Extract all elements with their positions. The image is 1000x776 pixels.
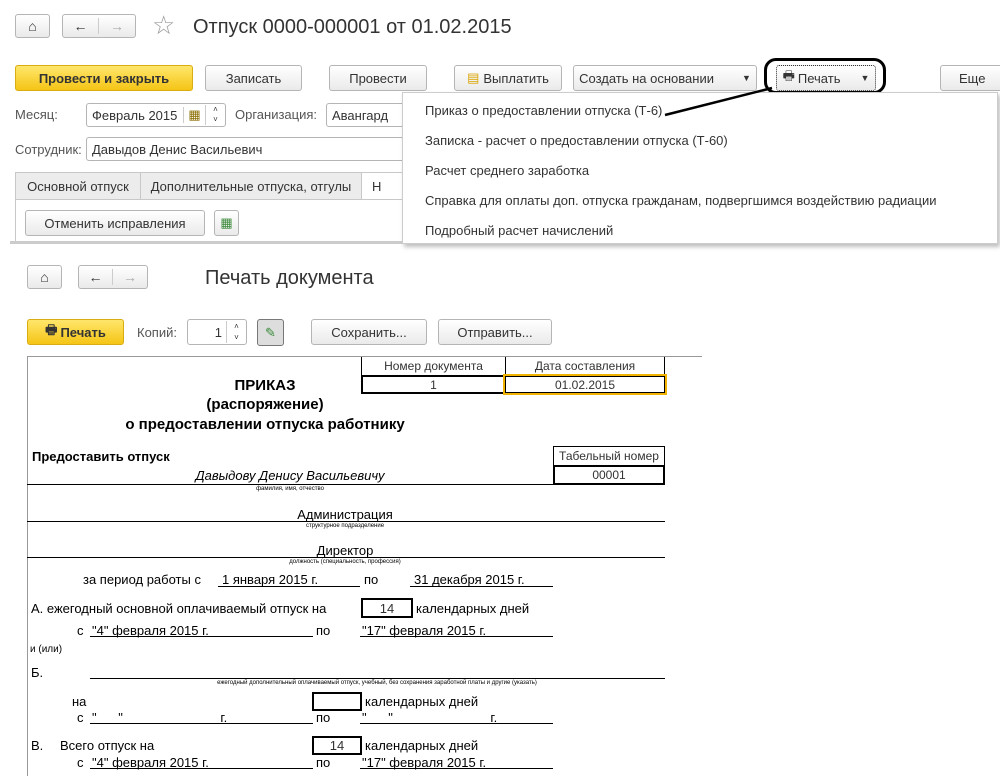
heading-subject: о предоставлении отпуска работнику — [125, 416, 405, 433]
days-label: календарных дней — [365, 694, 479, 709]
period-to[interactable]: 31 декабря 2015 г. — [414, 572, 525, 587]
employee-name[interactable]: Давыдову Денису Васильевичу — [195, 468, 384, 483]
underline — [90, 678, 665, 679]
copies-value: 1 — [214, 324, 222, 340]
department-caption: структурное подразделение — [305, 523, 385, 529]
underline — [27, 484, 553, 485]
period-from[interactable]: 1 января 2015 г. — [222, 572, 318, 587]
section-v-days[interactable]: 14 — [312, 736, 362, 755]
print-home-button[interactable]: ⌂ — [27, 265, 62, 289]
copies-stepper[interactable]: ˄ ˅ — [226, 321, 246, 343]
to-label: по — [316, 710, 331, 725]
underline — [27, 557, 665, 558]
heading-disposition: (распоряжение) — [206, 396, 324, 413]
doc-date[interactable]: 01.02.2015 — [503, 374, 667, 395]
from-label: с — [77, 623, 84, 638]
tab-number-header: Табельный номер — [553, 446, 665, 466]
doc-number[interactable]: 1 — [361, 375, 506, 394]
underline — [360, 723, 553, 724]
to-label: по — [364, 572, 379, 587]
print-history-nav: ← → — [78, 265, 148, 289]
department[interactable]: Администрация — [297, 507, 393, 522]
home-icon: ⌂ — [40, 269, 49, 285]
from-label: с — [77, 710, 84, 725]
underline — [360, 768, 553, 769]
underline — [90, 768, 313, 769]
days-label: календарных дней — [365, 738, 479, 753]
section-v-label: В. — [31, 738, 44, 753]
copies-label: Копий: — [137, 325, 177, 340]
print-button[interactable]: 🖶 Печать — [27, 319, 124, 345]
to-label: по — [316, 755, 331, 770]
send-document-button[interactable]: Отправить... — [438, 319, 552, 345]
save-document-button[interactable]: Сохранить... — [311, 319, 427, 345]
position[interactable]: Директор — [317, 543, 374, 558]
to-label: по — [316, 623, 331, 638]
tab-number[interactable]: 00001 — [553, 465, 665, 485]
annotation-arrow — [664, 86, 773, 117]
heading-order: ПРИКАЗ — [234, 377, 296, 394]
print-page-title: Печать документа — [205, 267, 374, 289]
section-a-label: А. ежегодный основной оплачиваемый отпус… — [31, 601, 327, 616]
underline — [90, 723, 313, 724]
underline — [410, 586, 553, 587]
section-b-label: Б. — [31, 665, 44, 680]
doc-number-header: Номер документа — [361, 357, 506, 376]
forward-icon[interactable]: → — [113, 269, 147, 285]
copies-input[interactable]: 1 ˄ ˅ — [187, 319, 247, 345]
grant-leave-label: Предоставить отпуск — [32, 449, 170, 464]
and-or-label: и (или) — [30, 644, 63, 655]
underline — [218, 586, 360, 587]
period-label: за период работы с — [83, 572, 201, 587]
back-icon[interactable]: ← — [79, 269, 114, 285]
section-b-caption: ежегодный дополнительный оплачиваемый от… — [217, 680, 537, 686]
section-b-days[interactable] — [312, 692, 362, 711]
days-label: календарных дней — [416, 601, 530, 616]
position-caption: должность (специальность, профессия) — [289, 559, 401, 565]
from-label: с — [77, 755, 84, 770]
underline — [27, 521, 665, 522]
underline — [360, 636, 553, 637]
section-a-days[interactable]: 14 — [361, 598, 413, 618]
na-label: на — [72, 694, 87, 709]
edit-document-icon[interactable]: ✎ — [257, 319, 284, 346]
underline — [90, 636, 313, 637]
section-v-text: Всего отпуск на — [60, 738, 155, 753]
print-button-label: Печать — [60, 324, 106, 340]
employee-caption: фамилия, имя, отчество — [256, 486, 324, 492]
printer-icon: 🖶 — [45, 322, 58, 337]
